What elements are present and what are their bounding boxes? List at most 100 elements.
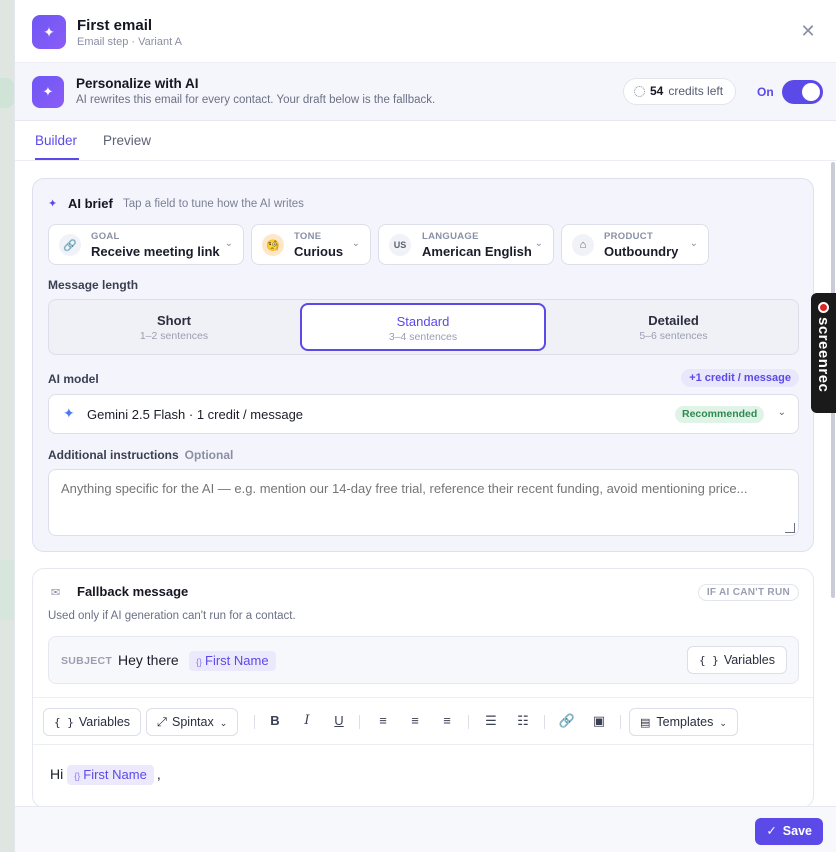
body-text: Hi <box>50 766 64 782</box>
editor-toolbar: { } Variables ⤢ Spintax ⌄ B I U ≡ ≡ ≡ ☰ ☷ 🔗… <box>33 697 813 745</box>
first-name-variable-chip[interactable]: {} First Name <box>189 651 276 671</box>
panel-subtitle: Email step · Variant A <box>77 36 182 48</box>
background-element <box>0 78 14 108</box>
model-cost-badge: +1 credit / message <box>681 369 799 387</box>
field-value: Curious <box>294 244 344 259</box>
link-icon[interactable]: 🔗 <box>556 708 578 736</box>
check-icon: ✓ <box>766 824 777 838</box>
instructions-textarea[interactable] <box>48 469 799 536</box>
italic-icon[interactable]: I <box>296 708 318 736</box>
option-sub: 5–6 sentences <box>639 330 708 342</box>
personalize-toggle[interactable] <box>782 80 823 104</box>
braces-icon: { } <box>54 716 74 729</box>
length-option-standard[interactable]: Standard 3–4 sentences <box>300 303 546 351</box>
screenrec-widget[interactable]: screenrec <box>811 293 836 413</box>
goal-field[interactable]: 🔗 GOAL Receive meeting link ⌄ <box>48 224 244 265</box>
fallback-message-card: ✉ Fallback message IF AI CAN'T RUN Used … <box>32 568 814 808</box>
divider <box>544 715 545 729</box>
save-button[interactable]: ✓ Save <box>755 818 823 845</box>
subject-row: SUBJECT Hey there {} First Name { } Variab… <box>48 636 799 684</box>
align-center-icon[interactable]: ≡ <box>404 708 426 736</box>
length-option-detailed[interactable]: Detailed 5–6 sentences <box>549 300 798 354</box>
option-title: Short <box>157 313 191 328</box>
ai-model-select[interactable]: ✦ Gemini 2.5 Flash · 1 credit / message … <box>48 394 799 434</box>
language-field[interactable]: US LANGUAGE American English ⌄ <box>378 224 554 265</box>
numbered-list-icon[interactable]: ☷ <box>512 708 534 736</box>
chevron-down-icon: ⌄ <box>351 238 360 249</box>
fallback-badge: IF AI CAN'T RUN <box>697 584 799 601</box>
personalize-title: Personalize with AI <box>76 76 199 91</box>
loading-icon <box>634 86 645 97</box>
variables-button[interactable]: { } Variables <box>43 708 142 736</box>
personalize-ai-bar: ✦ Personalize with AI AI rewrites this e… <box>15 63 836 121</box>
subject-key: SUBJECT <box>61 655 113 667</box>
tone-field[interactable]: 🧐 TONE Curious ⌄ <box>251 224 371 265</box>
active-tab-indicator <box>35 158 79 160</box>
tag-icon: ⌂ <box>572 234 594 256</box>
panel-footer: ✓ Save <box>15 806 836 852</box>
credits-badge: 54 credits left <box>623 78 737 105</box>
align-right-icon[interactable]: ≡ <box>436 708 458 736</box>
mail-icon: ✉ <box>51 587 61 599</box>
option-sub: 3–4 sentences <box>388 331 458 343</box>
link-icon: 🔗 <box>59 234 81 256</box>
background-element <box>0 560 14 620</box>
optional-label: Optional <box>184 448 234 462</box>
sparkle-icon: ✦ <box>32 76 64 108</box>
credits-label: credits left <box>668 84 724 98</box>
product-field[interactable]: ⌂ PRODUCT Outboundry ⌄ <box>561 224 709 265</box>
subject-variables-button[interactable]: { } Variables <box>686 646 787 674</box>
chevron-down-icon: ⌄ <box>224 238 233 249</box>
recommended-badge: Recommended <box>675 406 765 423</box>
message-body[interactable]: Hi{} First Name, <box>50 765 161 785</box>
image-icon[interactable]: ▣ <box>588 708 610 736</box>
field-label: LANGUAGE <box>422 231 479 242</box>
background-page <box>0 0 14 852</box>
email-step-panel: ✦ First email Email step · Variant A ✕ ✦… <box>14 0 836 852</box>
bold-icon[interactable]: B <box>264 708 286 736</box>
divider <box>359 715 360 729</box>
curious-face-icon: 🧐 <box>262 234 284 256</box>
body-text: , <box>156 766 161 782</box>
resize-handle[interactable] <box>785 523 795 533</box>
ai-brief-hint: Tap a field to tune how the AI writes <box>123 198 304 210</box>
align-left-icon[interactable]: ≡ <box>372 708 394 736</box>
templates-button[interactable]: ▤ Templates ⌄ <box>629 708 738 736</box>
chevron-down-icon: ⌄ <box>777 407 786 418</box>
field-value: Receive meeting link <box>91 244 220 259</box>
chevron-down-icon: ⌄ <box>534 238 543 249</box>
chevron-down-icon: ⌄ <box>719 718 727 728</box>
panel-title: First email <box>77 17 153 34</box>
tab-preview[interactable]: Preview <box>103 133 151 148</box>
toggle-knob <box>802 83 820 101</box>
toggle-label: On <box>757 85 774 99</box>
screenrec-label: screenrec <box>815 317 832 393</box>
personalize-subtitle: AI rewrites this email for every contact… <box>76 94 436 106</box>
braces-icon: { } <box>698 654 719 667</box>
credits-count: 54 <box>650 84 664 98</box>
chevron-down-icon: ⌄ <box>689 238 698 249</box>
model-value: Gemini 2.5 Flash · 1 credit / message <box>87 407 304 422</box>
instructions-label-text: Additional instructions <box>48 448 179 462</box>
underline-icon[interactable]: U <box>328 708 350 736</box>
bullet-list-icon[interactable]: ☰ <box>480 708 502 736</box>
divider <box>468 715 469 729</box>
field-label: PRODUCT <box>604 231 654 242</box>
option-sub: 1–2 sentences <box>139 330 209 342</box>
tab-bar: Builder Preview <box>15 121 836 161</box>
spintax-button[interactable]: ⤢ Spintax ⌄ <box>146 708 239 736</box>
tab-builder[interactable]: Builder <box>35 133 77 148</box>
divider <box>254 715 255 729</box>
close-icon[interactable]: ✕ <box>799 22 817 40</box>
message-length-label: Message length <box>48 278 139 292</box>
gemini-icon: ✦ <box>63 405 75 421</box>
divider <box>620 715 621 729</box>
field-label: GOAL <box>91 231 120 242</box>
field-value: Outboundry <box>604 244 679 259</box>
length-option-short[interactable]: Short 1–2 sentences <box>49 300 299 354</box>
first-name-variable-chip[interactable]: {} First Name <box>67 765 154 785</box>
subject-input[interactable]: Hey there <box>118 652 179 668</box>
chevron-down-icon: ⌄ <box>219 718 228 728</box>
ai-brief-title: AI brief <box>68 196 113 211</box>
ai-model-label: AI model <box>48 372 99 386</box>
